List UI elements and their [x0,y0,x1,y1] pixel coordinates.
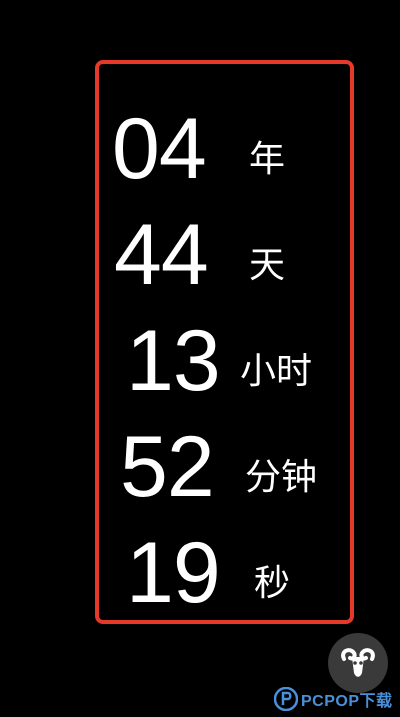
years-value: 04 [112,101,207,197]
minutes-unit: 分钟 [245,457,318,498]
watermark-brand-suffix: 下载 [359,693,393,710]
countdown-days-row: 44 天 [0,212,400,312]
years-unit: 年 [249,139,286,180]
watermark: PCPOP下载 [274,684,393,714]
countdown-hours-row: 13 小时 [0,318,400,418]
seconds-value: 19 [126,525,221,621]
hours-value: 13 [126,313,221,409]
countdown-years-row: 04 年 [0,106,400,206]
countdown-seconds-row: 19 秒 [0,530,400,630]
seconds-unit: 秒 [254,563,291,604]
days-unit: 天 [249,245,286,286]
watermark-brand-text: PCPOP [301,693,360,710]
watermark-brand: PCPOP下载 [301,687,393,711]
ram-head-icon [341,648,375,677]
minutes-value: 52 [120,419,215,515]
days-value: 44 [114,207,209,303]
p-logo-icon [274,687,298,711]
countdown-minutes-row: 52 分钟 [0,424,400,524]
hours-unit: 小时 [240,351,313,392]
